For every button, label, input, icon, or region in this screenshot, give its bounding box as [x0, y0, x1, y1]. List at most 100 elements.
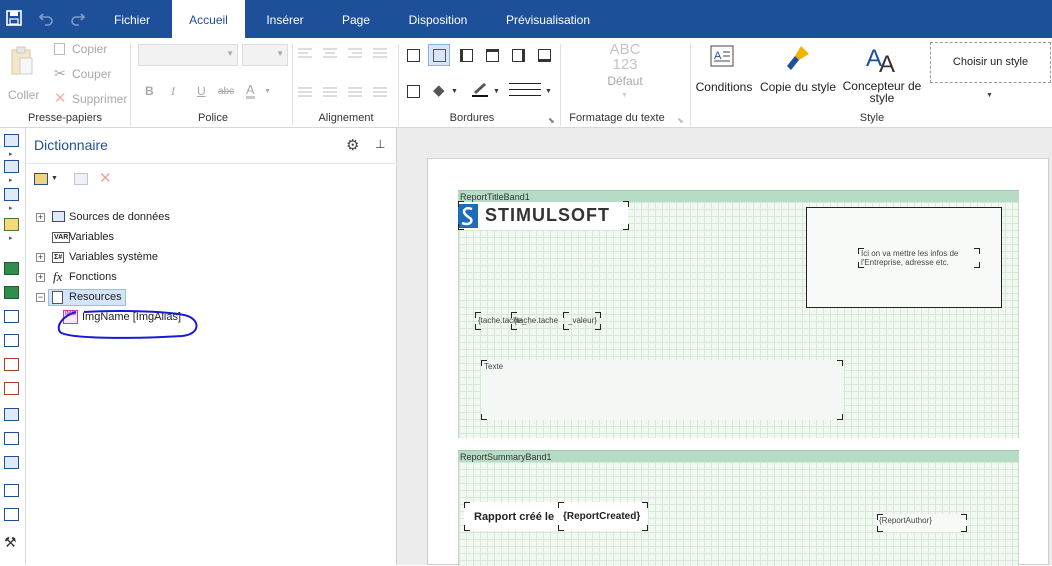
text-in-cells-icon[interactable]	[4, 358, 19, 371]
clone-icon[interactable]	[4, 432, 19, 445]
chevron-right-icon[interactable]: ▸	[9, 176, 13, 184]
tab-fichier[interactable]: Fichier	[100, 0, 164, 38]
save-icon[interactable]	[6, 10, 22, 31]
choose-style-box[interactable]: Choisir un style	[930, 42, 1051, 83]
border-left-icon[interactable]	[460, 49, 473, 62]
tab-inserer[interactable]: Insérer	[253, 0, 317, 38]
footer-band-icon[interactable]	[4, 286, 19, 299]
image-component-icon[interactable]	[4, 218, 19, 231]
border-color-button[interactable]	[470, 81, 492, 97]
selection-corner	[475, 324, 481, 330]
created-label-box[interactable]: Rapport créé le	[464, 502, 558, 531]
text-component[interactable]: Texte	[481, 360, 843, 420]
tab-accueil[interactable]: Accueil	[172, 0, 245, 38]
tree-item-system-variables[interactable]: + Σ# Variables système	[26, 248, 326, 266]
redo-icon[interactable]	[70, 10, 86, 31]
selection-corner	[837, 360, 843, 366]
selection-corner	[623, 224, 629, 230]
expand-icon[interactable]: +	[36, 273, 45, 282]
component-toolbox: ▸ ▸ ▸ ▸ ⚒	[0, 128, 26, 565]
fill-bucket-icon[interactable]: ◆	[433, 81, 445, 99]
logo-text: STIMULSOFT	[485, 205, 610, 225]
border-all-icon[interactable]	[407, 49, 420, 62]
undo-icon[interactable]	[38, 10, 54, 31]
font-size-select[interactable]: ▼	[242, 44, 288, 66]
panel-icon[interactable]	[4, 408, 19, 421]
style-designer-icon: AA	[866, 45, 895, 74]
chevron-down-icon: ▼	[264, 88, 271, 95]
tab-disposition[interactable]: Disposition	[395, 0, 481, 38]
font-family-select[interactable]: ▼	[138, 44, 238, 66]
rich-text-icon[interactable]	[4, 334, 19, 347]
tree-item-variables[interactable]: VAR Variables	[26, 228, 326, 246]
italic-button[interactable]: I	[171, 84, 175, 99]
copy-style-button[interactable]: Copie du style	[758, 44, 838, 106]
selection-corner	[642, 502, 648, 508]
field-label: _valeur}	[568, 316, 597, 325]
tree-item-functions[interactable]: + fx Fonctions	[26, 268, 326, 286]
logo-image[interactable]: STIMULSOFT	[458, 202, 628, 230]
chevron-down-icon[interactable]: ▼	[986, 92, 993, 99]
dialog-launcher-icon[interactable]: ⬊	[677, 116, 684, 125]
selection-corner	[974, 262, 980, 268]
company-info-text[interactable]: Ici on va mettre les infos de l'Entrepri…	[858, 248, 980, 268]
report-created-field[interactable]: {ReportCreated}	[558, 502, 648, 531]
field-valeur[interactable]: _valeur}	[563, 312, 601, 330]
header-band-icon[interactable]	[4, 262, 19, 275]
dialog-launcher-icon[interactable]: ⬊	[548, 116, 555, 125]
font-color-button[interactable]: A	[246, 83, 255, 99]
table-icon[interactable]	[4, 484, 19, 497]
system-text-icon[interactable]	[4, 382, 19, 395]
report-title-band-header[interactable]: ReportTitleBand1	[458, 190, 1019, 202]
pen-icon	[472, 83, 488, 97]
selection-corner	[558, 502, 564, 508]
style-designer-button[interactable]: AA Concepteur de style	[840, 44, 924, 108]
field-tache-2[interactable]: {tache.tache	[511, 312, 563, 330]
expand-icon[interactable]: +	[36, 213, 45, 222]
border-sides-icon[interactable]	[407, 85, 420, 98]
conditions-button[interactable]: A Conditions	[694, 44, 754, 106]
chevron-right-icon[interactable]: ▸	[9, 204, 13, 212]
strikethrough-button[interactable]: abc	[218, 86, 234, 97]
field-tache-1[interactable]: {tache.tache_	[475, 312, 526, 330]
selection-corner	[877, 514, 883, 520]
report-band-icon[interactable]	[4, 134, 19, 147]
bold-button[interactable]: B	[145, 84, 154, 98]
new-item-icon[interactable]	[34, 173, 48, 185]
border-style-button[interactable]	[509, 83, 541, 96]
collapse-icon[interactable]: −	[36, 293, 45, 302]
border-right-icon[interactable]	[512, 49, 525, 62]
report-author-field[interactable]: {ReportAuthor}	[877, 514, 967, 532]
tab-page[interactable]: Page	[325, 0, 387, 38]
chevron-down-icon[interactable]: ▼	[51, 175, 58, 182]
tree-item-resources[interactable]: − Resources	[26, 288, 326, 306]
border-none-button[interactable]	[428, 44, 450, 66]
chevron-right-icon[interactable]: ▸	[9, 234, 13, 242]
tab-previsualisation[interactable]: Prévisualisation	[489, 0, 607, 38]
ribbon-separator	[560, 44, 561, 126]
expand-icon[interactable]: +	[36, 253, 45, 262]
pin-icon[interactable]: ⊥	[375, 137, 385, 151]
underline-button[interactable]: U	[197, 84, 206, 98]
edit-icon[interactable]	[74, 173, 88, 185]
text-format-button[interactable]: ABC 123 Défaut ▼	[596, 42, 654, 102]
selection-corner	[623, 201, 629, 207]
chevron-down-icon: ▼	[621, 92, 628, 99]
picture-icon[interactable]	[4, 508, 19, 521]
tree-item-data-sources[interactable]: + Sources de données	[26, 208, 326, 226]
gear-icon[interactable]: ⚙	[346, 136, 359, 154]
text-icon[interactable]	[4, 310, 19, 323]
border-top-icon[interactable]	[486, 49, 499, 62]
border-bottom-icon[interactable]	[538, 49, 551, 62]
cross-band-icon[interactable]	[4, 160, 19, 173]
tools-icon[interactable]: ⚒	[4, 534, 17, 551]
data-band-icon[interactable]	[4, 188, 19, 201]
panel-title: Dictionnaire	[34, 137, 108, 153]
created-label: Rapport créé le	[474, 511, 555, 523]
report-summary-band-header[interactable]: ReportSummaryBand1	[458, 450, 1019, 462]
chevron-right-icon[interactable]: ▸	[9, 150, 13, 158]
subreport-icon[interactable]	[4, 456, 19, 469]
conditions-icon: A	[710, 45, 734, 67]
delete-icon[interactable]: ✕	[99, 169, 112, 187]
paste-button[interactable]: Coller	[6, 46, 40, 106]
